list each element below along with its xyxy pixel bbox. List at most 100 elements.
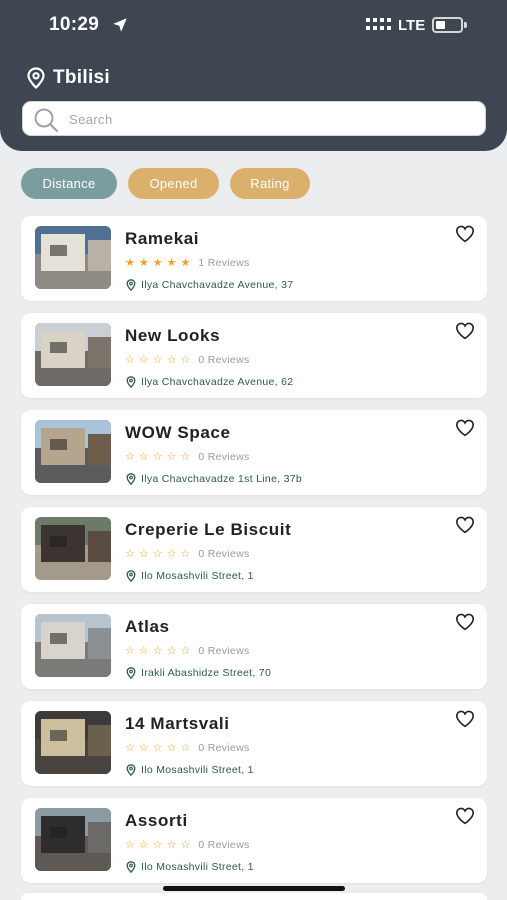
star-icon: ☆ bbox=[138, 451, 149, 463]
rating-stars: ★ ★ ★ ★ ★ 1 Reviews bbox=[125, 257, 250, 269]
location-selector[interactable]: Tbilisi bbox=[26, 66, 110, 90]
place-card-5[interactable]: Atlas ☆ ☆ ☆ ☆ ☆ 0 Reviews Irakli Abashidze St… bbox=[21, 604, 487, 689]
star-icon: ☆ bbox=[166, 354, 177, 366]
star-icon: ☆ bbox=[138, 839, 149, 851]
place-name: Ramekai bbox=[125, 229, 200, 248]
heart-outline-icon[interactable] bbox=[455, 225, 475, 243]
place-photo bbox=[35, 323, 111, 386]
star-icon: ★ bbox=[180, 257, 191, 269]
star-icon: ☆ bbox=[166, 548, 177, 560]
search-icon bbox=[34, 108, 59, 133]
place-name: New Looks bbox=[125, 326, 221, 345]
place-card-6[interactable]: 14 Martsvali ☆ ☆ ☆ ☆ ☆ 0 Reviews Ilo Mosashvi… bbox=[21, 701, 487, 786]
place-photo bbox=[35, 226, 111, 289]
place-card-7[interactable]: Assorti ☆ ☆ ☆ ☆ ☆ 0 Reviews Ilo Mosashvili St… bbox=[21, 798, 487, 883]
star-icon: ★ bbox=[152, 257, 163, 269]
star-icon: ☆ bbox=[180, 451, 191, 463]
status-bar: 10:29 LTE bbox=[0, 0, 507, 52]
star-icon: ☆ bbox=[152, 354, 163, 366]
place-list: Ramekai ★ ★ ★ ★ ★ 1 Reviews Ilya Chavchavadze… bbox=[21, 216, 487, 895]
star-icon: ☆ bbox=[180, 742, 191, 754]
home-indicator[interactable] bbox=[163, 886, 345, 891]
address-text: Ilya Chavchavadze Avenue, 37 bbox=[141, 278, 294, 291]
star-icon: ☆ bbox=[152, 548, 163, 560]
filter-opened[interactable]: Opened bbox=[128, 168, 219, 199]
map-pin-icon bbox=[126, 472, 136, 485]
review-count: 0 Reviews bbox=[198, 354, 250, 366]
star-icon: ☆ bbox=[125, 742, 135, 754]
place-card-1[interactable]: Ramekai ★ ★ ★ ★ ★ 1 Reviews Ilya Chavchavadze… bbox=[21, 216, 487, 301]
review-count: 0 Reviews bbox=[198, 548, 250, 560]
star-icon: ☆ bbox=[138, 548, 149, 560]
place-card-3[interactable]: WOW Space ☆ ☆ ☆ ☆ ☆ 0 Reviews Ilya Chavchavad… bbox=[21, 410, 487, 495]
heart-outline-icon[interactable] bbox=[455, 807, 475, 825]
star-icon: ☆ bbox=[138, 742, 149, 754]
map-pin-icon bbox=[126, 666, 136, 679]
review-count: 0 Reviews bbox=[198, 839, 250, 851]
address-text: Ilo Mosashvili Street, 1 bbox=[141, 763, 254, 776]
search-input[interactable] bbox=[69, 106, 469, 132]
map-pin-icon bbox=[126, 278, 136, 291]
map-pin-icon bbox=[27, 67, 45, 89]
heart-outline-icon[interactable] bbox=[455, 613, 475, 631]
star-icon: ☆ bbox=[125, 645, 135, 657]
address-text: Ilya Chavchavadze Avenue, 62 bbox=[141, 375, 294, 388]
place-address: Ilya Chavchavadze Avenue, 37 bbox=[126, 278, 293, 291]
search-bar[interactable] bbox=[22, 101, 486, 136]
place-card-4[interactable]: Creperie Le Biscuit ☆ ☆ ☆ ☆ ☆ 0 Reviews Ilo M… bbox=[21, 507, 487, 592]
place-name: 14 Martsvali bbox=[125, 714, 230, 733]
rating-stars: ☆ ☆ ☆ ☆ ☆ 0 Reviews bbox=[125, 645, 250, 657]
place-photo bbox=[35, 711, 111, 774]
filter-rating[interactable]: Rating bbox=[230, 168, 310, 199]
star-icon: ☆ bbox=[180, 839, 191, 851]
place-card-2[interactable]: New Looks ☆ ☆ ☆ ☆ ☆ 0 Reviews Ilya Chavchavad… bbox=[21, 313, 487, 398]
map-pin-icon bbox=[126, 860, 136, 873]
star-icon: ☆ bbox=[125, 548, 135, 560]
star-icon: ☆ bbox=[180, 354, 191, 366]
star-icon: ☆ bbox=[138, 645, 149, 657]
star-icon: ☆ bbox=[152, 645, 163, 657]
status-time: 10:29 bbox=[49, 14, 100, 35]
address-text: Ilya Chavchavadze 1st Line, 37b bbox=[141, 472, 303, 485]
star-icon: ☆ bbox=[166, 451, 177, 463]
star-icon: ☆ bbox=[125, 839, 135, 851]
map-pin-icon bbox=[126, 375, 136, 388]
star-icon: ☆ bbox=[166, 839, 177, 851]
network-type: LTE bbox=[398, 17, 426, 34]
place-name: Creperie Le Biscuit bbox=[125, 520, 292, 539]
address-text: Ilo Mosashvili Street, 1 bbox=[141, 860, 254, 873]
address-text: Irakli Abashidze Street, 70 bbox=[141, 666, 272, 679]
battery-icon bbox=[432, 17, 463, 33]
location-arrow-icon bbox=[113, 18, 127, 32]
star-icon: ☆ bbox=[180, 548, 191, 560]
star-icon: ☆ bbox=[152, 839, 163, 851]
place-photo bbox=[35, 614, 111, 677]
list-item-partial[interactable] bbox=[21, 893, 487, 900]
place-name: WOW Space bbox=[125, 423, 231, 442]
star-icon: ☆ bbox=[125, 354, 135, 366]
heart-outline-icon[interactable] bbox=[455, 419, 475, 437]
star-icon: ★ bbox=[166, 257, 177, 269]
filter-chips: Distance Opened Rating bbox=[21, 168, 321, 199]
map-pin-icon bbox=[126, 763, 136, 776]
heart-outline-icon[interactable] bbox=[455, 516, 475, 534]
top-header: 10:29 LTE Tbilisi bbox=[0, 0, 507, 151]
star-icon: ☆ bbox=[180, 645, 191, 657]
rating-stars: ☆ ☆ ☆ ☆ ☆ 0 Reviews bbox=[125, 742, 250, 754]
place-photo bbox=[35, 808, 111, 871]
place-address: Ilya Chavchavadze Avenue, 62 bbox=[126, 375, 293, 388]
review-count: 0 Reviews bbox=[198, 451, 250, 463]
place-photo bbox=[35, 420, 111, 483]
star-icon: ☆ bbox=[152, 451, 163, 463]
rating-stars: ☆ ☆ ☆ ☆ ☆ 0 Reviews bbox=[125, 548, 250, 560]
map-pin-icon bbox=[126, 569, 136, 582]
star-icon: ☆ bbox=[166, 645, 177, 657]
filter-distance[interactable]: Distance bbox=[21, 168, 117, 199]
heart-outline-icon[interactable] bbox=[455, 322, 475, 340]
review-count: 1 Reviews bbox=[198, 257, 250, 269]
place-address: Ilya Chavchavadze 1st Line, 37b bbox=[126, 472, 302, 485]
heart-outline-icon[interactable] bbox=[455, 710, 475, 728]
review-count: 0 Reviews bbox=[198, 742, 250, 754]
star-icon: ☆ bbox=[125, 451, 135, 463]
star-icon: ☆ bbox=[166, 742, 177, 754]
